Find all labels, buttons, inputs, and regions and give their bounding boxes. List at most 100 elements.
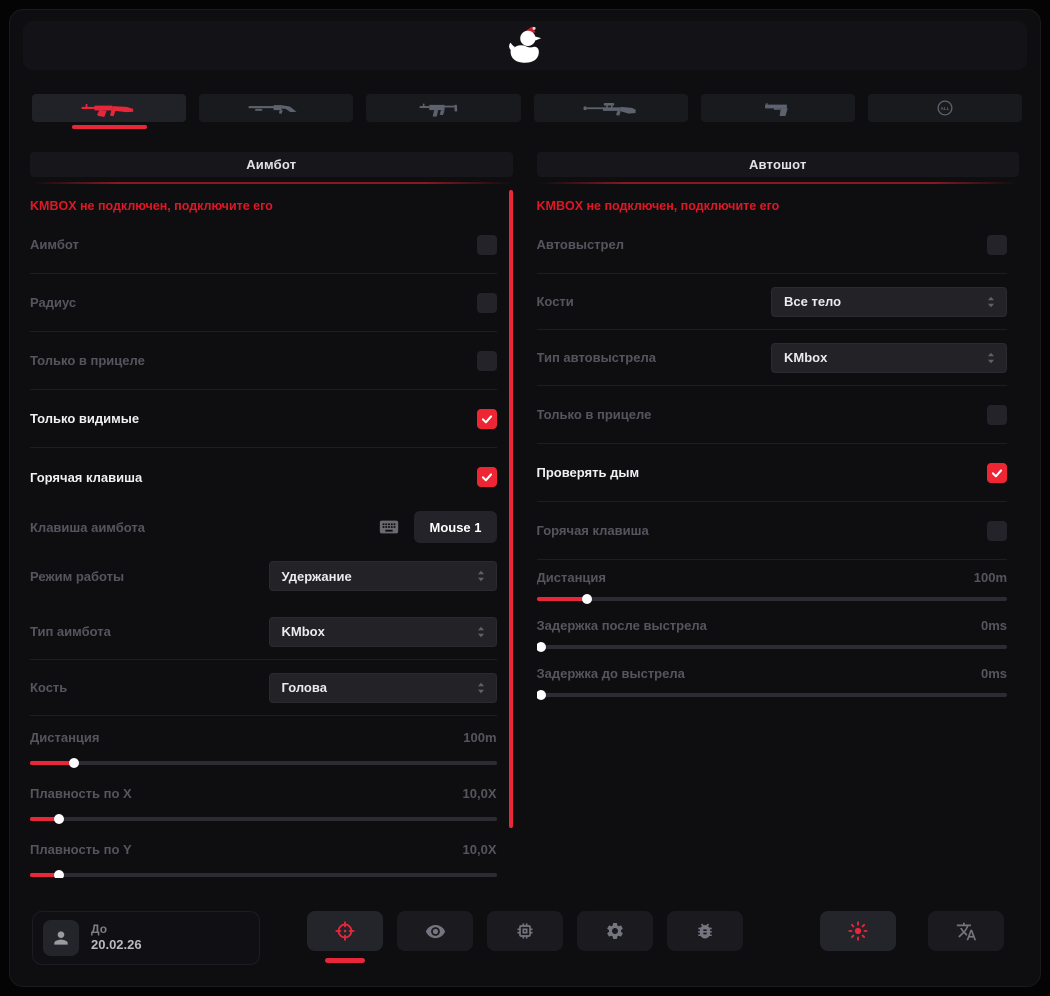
nav-misc-button[interactable] (487, 911, 563, 951)
avatar (43, 920, 79, 956)
smoke-check-checkbox[interactable] (987, 463, 1007, 483)
nav-aim-button[interactable] (307, 911, 383, 951)
tab-snipers[interactable] (534, 94, 688, 122)
radius-checkbox[interactable] (477, 293, 497, 313)
duck-logo-icon (502, 25, 548, 67)
check-icon (990, 466, 1004, 480)
select-value: Удержание (282, 569, 352, 584)
delay-after-slider[interactable] (537, 642, 1008, 652)
slider-label: Плавность по X (30, 786, 132, 801)
user-icon (51, 928, 71, 948)
crosshair-icon (334, 920, 356, 942)
footer-utilities (820, 911, 1004, 951)
keyboard-icon (378, 516, 400, 538)
slider-label: Дистанция (30, 730, 100, 745)
slider-value: 10,0X (463, 842, 497, 857)
hotkey-checkbox[interactable] (987, 521, 1007, 541)
select-value: KMbox (282, 624, 325, 639)
active-nav-underline (325, 958, 365, 963)
row-label: Только в прицеле (30, 353, 145, 368)
slider-value: 0ms (981, 618, 1007, 633)
smooth-x-slider[interactable] (30, 814, 497, 824)
language-button[interactable] (928, 911, 1004, 951)
select-value: KMbox (784, 350, 827, 365)
autoshot-checkbox[interactable] (987, 235, 1007, 255)
autoshot-type-select[interactable]: KMbox (771, 343, 1007, 373)
slider-thumb[interactable] (54, 814, 64, 824)
spinner-icon (984, 294, 998, 310)
tab-smgs[interactable] (366, 94, 520, 122)
tab-rifles[interactable] (32, 94, 186, 122)
row-smooth-y: Плавность по Y 10,0X (30, 830, 497, 878)
panel-autoshot-title: Автошот (537, 152, 1020, 177)
distance-slider[interactable] (30, 758, 497, 768)
row-aimbot-toggle: Аимбот (30, 216, 497, 274)
panel-scrollbar[interactable] (509, 190, 513, 828)
chip-icon (515, 921, 535, 941)
tab-rifles-wrap (32, 94, 186, 129)
row-label: Тип автовыстрела (537, 350, 656, 365)
distance-slider[interactable] (537, 594, 1008, 604)
row-scope-only: Только в прицеле (537, 386, 1008, 444)
app-window: ALL Аимбот KMBOX не подключен, подключит… (0, 0, 1050, 996)
kmbox-warning: KMBOX не подключен, подключите его (30, 196, 497, 216)
weapon-tabs: ALL (32, 94, 1022, 129)
scope-only-checkbox[interactable] (987, 405, 1007, 425)
tab-pistols[interactable] (701, 94, 855, 122)
slider-label: Задержка после выстрела (537, 618, 707, 633)
sniper-icon (582, 98, 640, 119)
aimbot-checkbox[interactable] (477, 235, 497, 255)
row-distance: Дистанция 100m (537, 560, 1008, 608)
work-mode-select[interactable]: Удержание (269, 561, 497, 591)
row-autoshot-toggle: Автовыстрел (537, 216, 1008, 274)
row-label: Режим работы (30, 569, 124, 584)
slider-thumb[interactable] (537, 642, 547, 652)
gear-icon (605, 921, 625, 941)
nav-debug-button[interactable] (667, 911, 743, 951)
slider-thumb[interactable] (537, 690, 547, 700)
subscription-card: До 20.02.26 (32, 911, 260, 965)
slider-thumb[interactable] (54, 870, 64, 878)
row-aimbot-type: Тип аимбота KMbox (30, 604, 497, 660)
row-work-mode: Режим работы Удержание (30, 548, 497, 604)
tab-pistols-wrap (701, 94, 855, 129)
scope-only-checkbox[interactable] (477, 351, 497, 371)
tab-smgs-wrap (366, 94, 520, 129)
row-label: Кости (537, 294, 574, 309)
bone-select[interactable]: Голова (269, 673, 497, 703)
row-label: Кость (30, 680, 67, 695)
tab-snipers-wrap (534, 94, 688, 129)
visible-only-checkbox[interactable] (477, 409, 497, 429)
hotkey-checkbox[interactable] (477, 467, 497, 487)
slider-thumb[interactable] (582, 594, 592, 604)
settings-panels: Аимбот KMBOX не подключен, подключите ег… (30, 152, 1019, 878)
smooth-y-slider[interactable] (30, 870, 497, 878)
tab-shotguns-wrap (199, 94, 353, 129)
row-label: Аимбот (30, 237, 79, 252)
panel-autoshot: Автошот KMBOX не подключен, подключите е… (537, 152, 1020, 878)
tab-all-wrap: ALL (868, 94, 1022, 129)
slider-value: 100m (974, 570, 1007, 585)
row-scope-only: Только в прицеле (30, 332, 497, 390)
select-value: Голова (282, 680, 327, 695)
panel-aimbot: Аимбот KMBOX не подключен, подключите ег… (30, 152, 513, 878)
nav-settings-button[interactable] (577, 911, 653, 951)
theme-button[interactable] (820, 911, 896, 951)
row-hotkey-toggle: Горячая клавиша (537, 502, 1008, 560)
nav-visuals-button[interactable] (397, 911, 473, 951)
aimbot-type-select[interactable]: KMbox (269, 617, 497, 647)
row-label: Только видимые (30, 411, 139, 426)
slider-label: Дистанция (537, 570, 607, 585)
select-value: Все тело (784, 294, 841, 309)
slider-label: Плавность по Y (30, 842, 132, 857)
sun-icon (847, 920, 869, 942)
slider-thumb[interactable] (69, 758, 79, 768)
tab-all-weapons[interactable]: ALL (868, 94, 1022, 122)
row-label: Проверять дым (537, 465, 640, 480)
aimbot-key-button[interactable]: Mouse 1 (414, 511, 496, 543)
bones-select[interactable]: Все тело (771, 287, 1007, 317)
tab-shotguns[interactable] (199, 94, 353, 122)
check-icon (480, 412, 494, 426)
bug-icon (695, 921, 715, 941)
delay-before-slider[interactable] (537, 690, 1008, 700)
